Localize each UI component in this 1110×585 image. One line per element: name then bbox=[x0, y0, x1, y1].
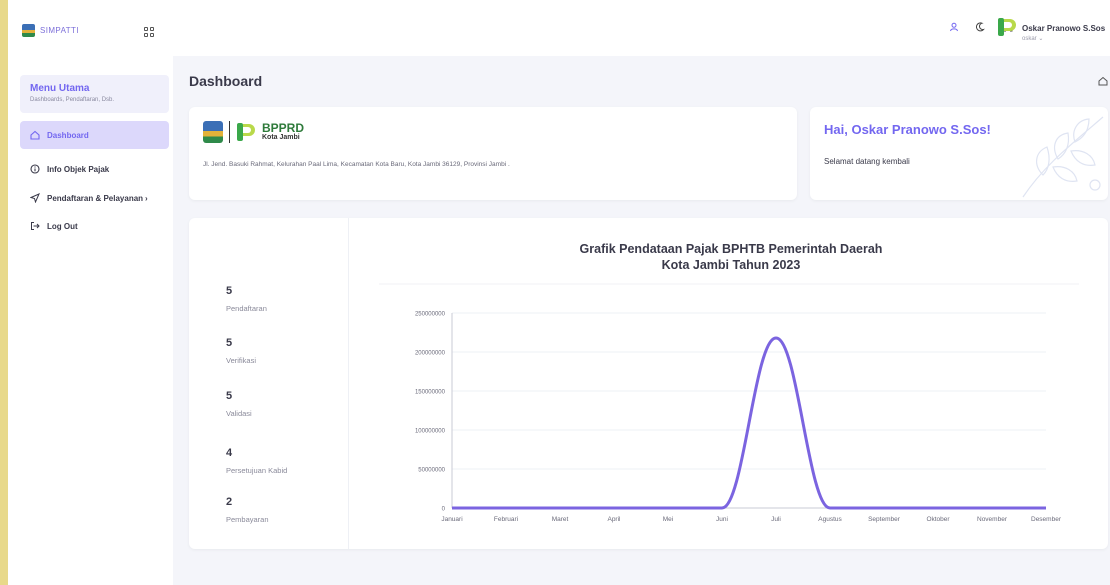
sidebar-item-pendaftaran-pelayanan[interactable]: Pendaftaran & Pelayanan › bbox=[20, 184, 169, 212]
series-line bbox=[452, 336, 1046, 510]
sidebar-item-label: Pendaftaran & Pelayanan bbox=[47, 193, 144, 203]
stat-persetujuan-kabid: 4 Persetujuan Kabid bbox=[226, 447, 288, 475]
sidebar-item-label: Log Out bbox=[47, 221, 78, 231]
x-tick-label: Oktober bbox=[926, 516, 950, 523]
x-tick-label: Juni bbox=[716, 516, 728, 523]
user-info[interactable]: Oskar Pranowo S.Sos oskar ⌄ bbox=[1022, 24, 1106, 42]
app-frame: SIMPATTI Menu Utama Dashboards, Pendafta… bbox=[8, 0, 1110, 585]
welcome-subtitle: Selamat datang kembali bbox=[824, 157, 910, 166]
stats-panel: 5 Pendaftaran 5 Verifikasi 5 Validasi 4 Pers… bbox=[189, 218, 349, 549]
brand[interactable]: SIMPATTI bbox=[22, 19, 79, 41]
chevron-down-icon: ⌄ bbox=[1038, 36, 1044, 42]
x-tick-label: Juli bbox=[771, 516, 781, 523]
x-tick-label: Maret bbox=[552, 516, 569, 523]
sidebar-item-label: Dashboard bbox=[47, 130, 89, 140]
x-tick-label: September bbox=[868, 516, 901, 523]
bpprd-mark-icon bbox=[237, 123, 255, 141]
statistics-card: 5 Pendaftaran 5 Verifikasi 5 Validasi 4 Pers… bbox=[189, 218, 1108, 549]
x-tick-label: November bbox=[977, 516, 1008, 523]
home-icon bbox=[30, 130, 40, 140]
breadcrumb-home-icon[interactable] bbox=[1098, 76, 1108, 89]
menu-subtitle: Dashboards, Pendaftaran, Dsb. bbox=[30, 97, 115, 103]
x-tick-label: Desember bbox=[1031, 516, 1062, 523]
bpprd-subtitle: Kota Jambi bbox=[262, 134, 300, 141]
send-icon bbox=[30, 193, 40, 203]
sidebar-item-log-out[interactable]: Log Out bbox=[20, 212, 169, 240]
info-icon bbox=[30, 164, 40, 174]
city-crest bbox=[203, 121, 223, 143]
welcome-title: Hai, Oskar Pranowo S.Sos! bbox=[824, 122, 991, 137]
sidebar: SIMPATTI Menu Utama Dashboards, Pendafta… bbox=[8, 0, 173, 585]
menu-header: Menu Utama Dashboards, Pendaftaran, Dsb. bbox=[20, 75, 169, 113]
bpprd-logo: BPPRD Kota Jambi bbox=[203, 121, 304, 143]
brand-name: SIMPATTI bbox=[40, 25, 79, 35]
y-tick-label: 200000000 bbox=[415, 351, 446, 357]
chevron-right-icon: › bbox=[145, 193, 148, 203]
user-name: Oskar Pranowo S.Sos bbox=[1022, 24, 1106, 33]
user-icon[interactable] bbox=[948, 22, 960, 35]
stat-pendaftaran: 5 Pendaftaran bbox=[226, 285, 267, 313]
page-title: Dashboard bbox=[189, 73, 263, 89]
avatar[interactable] bbox=[997, 16, 1017, 38]
bpprd-name: BPPRD bbox=[262, 121, 305, 135]
y-tick-label: 150000000 bbox=[415, 390, 446, 396]
leaf-decoration-icon bbox=[1022, 116, 1104, 198]
y-tick-label: 100000000 bbox=[415, 429, 446, 435]
x-tick-label: Mei bbox=[663, 516, 673, 523]
sidebar-item-info-objek-pajak[interactable]: Info Objek Pajak bbox=[20, 155, 169, 183]
logout-icon bbox=[30, 221, 40, 231]
sidebar-item-label: Info Objek Pajak bbox=[47, 164, 110, 174]
stat-validasi: 5 Validasi bbox=[226, 390, 252, 418]
welcome-card: Hai, Oskar Pranowo S.Sos! Selamat datang… bbox=[810, 107, 1108, 200]
menu-title: Menu Utama bbox=[30, 83, 90, 94]
x-tick-label: Agustus bbox=[818, 516, 842, 523]
brand-logo bbox=[22, 23, 35, 37]
menu-grid-icon[interactable] bbox=[144, 27, 154, 37]
stat-pembayaran: 2 Pembayaran bbox=[226, 496, 269, 524]
bpprd-address: Jl. Jend. Basuki Rahmat, Kelurahan Paal … bbox=[203, 161, 510, 168]
bphtb-line-chart: Grafik Pendataan Pajak BPHTB Pemerintah … bbox=[379, 242, 1079, 523]
chart-title-line: Kota Jambi Tahun 2023 bbox=[662, 258, 801, 272]
bpprd-card: BPPRD Kota Jambi Jl. Jend. Basuki Rahmat… bbox=[189, 107, 797, 200]
sidebar-item-dashboard[interactable]: Dashboard bbox=[20, 121, 169, 149]
username: oskar ⌄ bbox=[1022, 36, 1044, 42]
y-tick-label: 50000000 bbox=[418, 468, 445, 474]
x-tick-label: April bbox=[607, 516, 621, 523]
x-tick-label: Januari bbox=[441, 516, 462, 523]
x-tick-label: Februari bbox=[494, 516, 518, 523]
stat-verifikasi: 5 Verifikasi bbox=[226, 337, 257, 365]
chart-title-line: Grafik Pendataan Pajak BPHTB Pemerintah … bbox=[580, 242, 883, 256]
y-tick-label: 250000000 bbox=[415, 312, 446, 318]
topbar: Oskar Pranowo S.Sos oskar ⌄ bbox=[173, 0, 1110, 56]
y-tick-label: 0 bbox=[442, 507, 446, 513]
moon-icon[interactable] bbox=[975, 22, 987, 35]
